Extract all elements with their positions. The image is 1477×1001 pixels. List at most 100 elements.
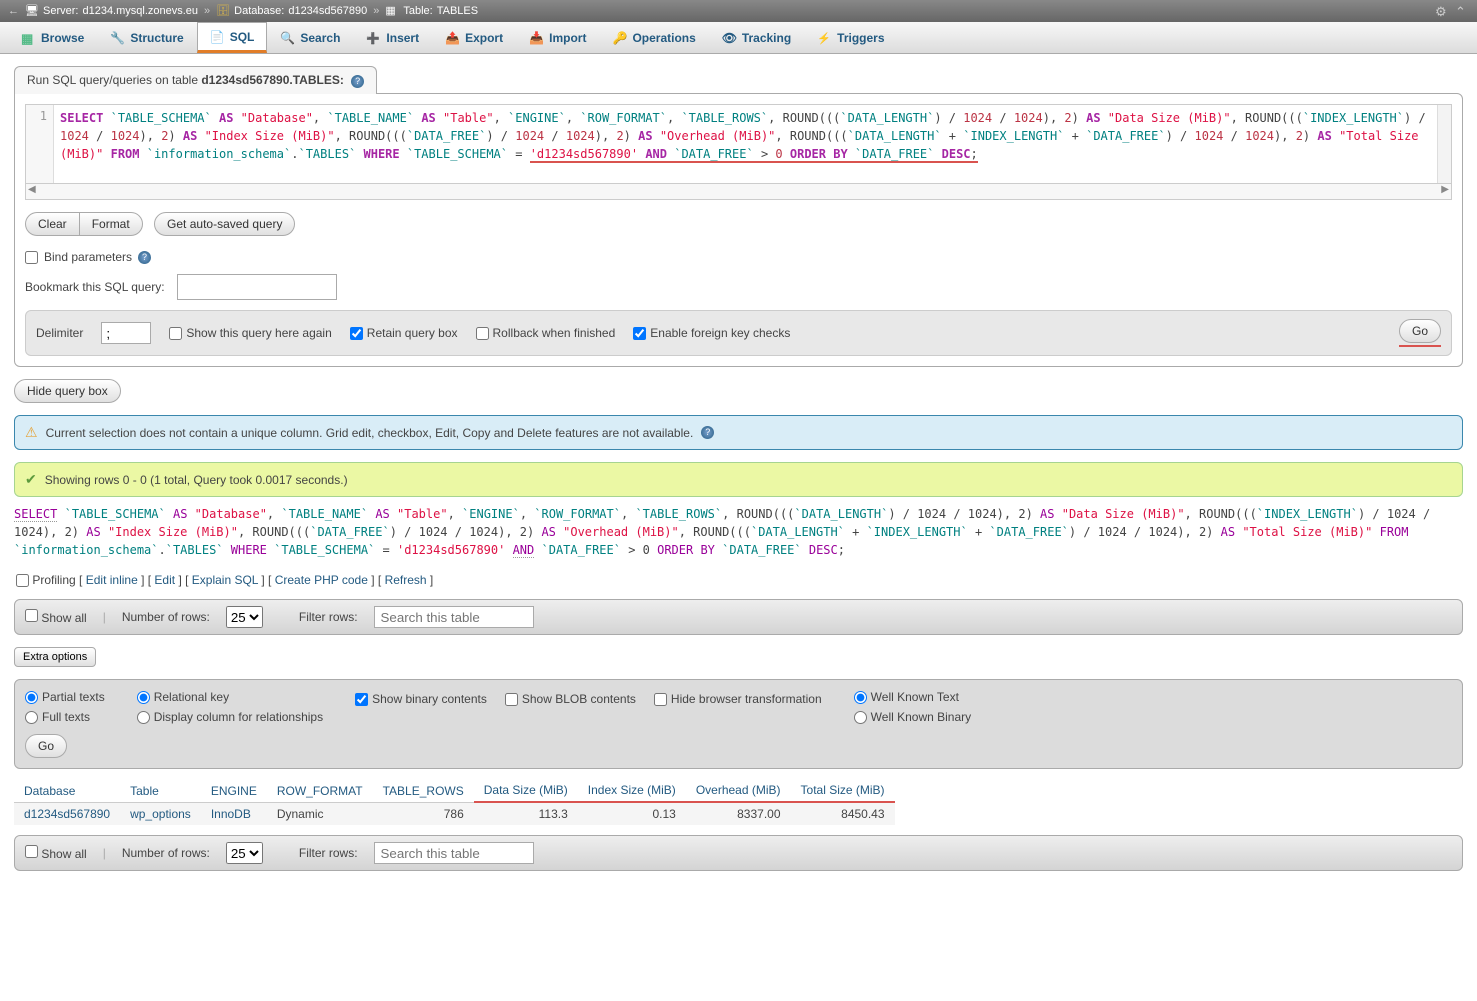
- tab-tracking[interactable]: Tracking: [709, 22, 804, 53]
- back-arrow-icon[interactable]: ←: [8, 5, 19, 17]
- crumb-database[interactable]: Database: d1234sd567890: [216, 4, 367, 18]
- query-fieldset: 1 SELECT `TABLE_SCHEMA` AS "Database", `…: [14, 93, 1463, 367]
- clear-button[interactable]: Clear: [25, 212, 79, 236]
- cell-index-size: 0.13: [578, 802, 686, 825]
- tab-sql[interactable]: SQL: [197, 22, 268, 53]
- create-php-link[interactable]: Create PHP code: [275, 573, 368, 587]
- relational-key-radio[interactable]: [137, 691, 150, 704]
- format-button[interactable]: Format: [79, 212, 143, 236]
- help-icon[interactable]: ?: [138, 251, 151, 264]
- warning-icon: ⚠: [25, 424, 38, 441]
- tab-insert[interactable]: Insert: [353, 22, 432, 53]
- cell-database[interactable]: d1234sd567890: [14, 802, 120, 825]
- tab-triggers[interactable]: Triggers: [804, 22, 897, 53]
- editor-hscroll[interactable]: [25, 184, 1452, 200]
- cell-table[interactable]: wp_options: [120, 802, 201, 825]
- tab-structure[interactable]: Structure: [97, 22, 196, 53]
- show-binary-checkbox[interactable]: [355, 693, 368, 706]
- th-table[interactable]: Table: [120, 779, 201, 802]
- breadcrumb: ← Server: d1234.mysql.zonevs.eu » Databa…: [0, 0, 1477, 22]
- query-options-row: Delimiter Show this query here again Ret…: [25, 310, 1452, 356]
- structure-icon: [110, 31, 124, 45]
- delimiter-label: Delimiter: [36, 326, 83, 340]
- sql-editor[interactable]: 1 SELECT `TABLE_SCHEMA` AS "Database", `…: [25, 104, 1452, 184]
- edit-inline-link[interactable]: Edit inline: [86, 573, 138, 587]
- th-engine[interactable]: ENGINE: [201, 779, 267, 802]
- operations-icon: [612, 31, 626, 45]
- crumb-server[interactable]: Server: d1234.mysql.zonevs.eu: [25, 4, 198, 18]
- th-index-size[interactable]: Index Size (MiB): [578, 779, 686, 802]
- display-col-radio[interactable]: [137, 711, 150, 724]
- options-go-button[interactable]: Go: [25, 734, 67, 758]
- show-all-checkbox[interactable]: [25, 609, 38, 622]
- th-table-rows[interactable]: TABLE_ROWS: [373, 779, 474, 802]
- filter-input[interactable]: [374, 606, 534, 628]
- th-overhead[interactable]: Overhead (MiB): [686, 779, 791, 802]
- filter-input[interactable]: [374, 842, 534, 864]
- num-rows-select[interactable]: 25: [226, 606, 263, 628]
- tab-export[interactable]: Export: [432, 22, 516, 53]
- wkb-label: Well Known Binary: [871, 710, 972, 724]
- tab-browse[interactable]: Browse: [8, 22, 97, 53]
- breadcrumb-sep: »: [204, 5, 210, 17]
- fk-checks-label: Enable foreign key checks: [650, 326, 790, 340]
- insert-icon: [366, 31, 380, 45]
- server-icon: [25, 4, 39, 18]
- tab-browse-label: Browse: [41, 31, 84, 45]
- help-icon[interactable]: ?: [701, 426, 714, 439]
- th-data-size[interactable]: Data Size (MiB): [474, 779, 578, 802]
- hide-query-box-button[interactable]: Hide query box: [14, 379, 121, 403]
- query-header-prefix: Run SQL query/queries on table: [27, 73, 201, 87]
- retain-checkbox[interactable]: [350, 327, 363, 340]
- wkt-radio[interactable]: [854, 691, 867, 704]
- edit-link[interactable]: Edit: [154, 573, 175, 587]
- autosaved-button[interactable]: Get auto-saved query: [154, 212, 295, 236]
- gear-icon[interactable]: [1435, 4, 1449, 18]
- profiling-label: Profiling: [32, 573, 75, 587]
- fk-checks-checkbox[interactable]: [633, 327, 646, 340]
- bind-params-checkbox[interactable]: [25, 251, 38, 264]
- wkb-radio[interactable]: [854, 711, 867, 724]
- tab-operations-label: Operations: [632, 31, 695, 45]
- tab-tracking-label: Tracking: [742, 31, 791, 45]
- query-box-header: Run SQL query/queries on table d1234sd56…: [14, 66, 377, 94]
- th-total-size[interactable]: Total Size (MiB): [791, 779, 895, 802]
- explain-sql-link[interactable]: Explain SQL: [192, 573, 258, 587]
- rollback-checkbox[interactable]: [476, 327, 489, 340]
- go-button[interactable]: Go: [1399, 319, 1441, 343]
- crumb-table[interactable]: Table: TABLES: [385, 4, 478, 18]
- hide-transform-checkbox[interactable]: [654, 693, 667, 706]
- profiling-checkbox[interactable]: [16, 574, 29, 587]
- bookmark-input[interactable]: [177, 274, 337, 300]
- db-icon: [216, 4, 230, 18]
- show-blob-checkbox[interactable]: [505, 693, 518, 706]
- server-label: Server:: [43, 5, 78, 17]
- relational-key-label: Relational key: [154, 690, 229, 704]
- tracking-icon: [722, 31, 736, 45]
- help-icon[interactable]: ?: [351, 75, 364, 88]
- nav-row-bottom: Show all | Number of rows: 25 Filter row…: [14, 835, 1463, 871]
- delimiter-input[interactable]: [101, 322, 151, 344]
- partial-texts-label: Partial texts: [42, 690, 105, 704]
- collapse-icon[interactable]: [1455, 4, 1469, 18]
- server-value: d1234.mysql.zonevs.eu: [82, 5, 198, 17]
- editor-code[interactable]: SELECT `TABLE_SCHEMA` AS "Database", `TA…: [54, 105, 1451, 183]
- extra-options-button[interactable]: Extra options: [14, 647, 96, 667]
- tab-operations[interactable]: Operations: [599, 22, 708, 53]
- show-all-checkbox[interactable]: [25, 845, 38, 858]
- tab-search[interactable]: Search: [267, 22, 353, 53]
- partial-texts-radio[interactable]: [25, 691, 38, 704]
- editor-vscroll[interactable]: [1437, 105, 1451, 183]
- sql-icon: [210, 30, 224, 44]
- refresh-link[interactable]: Refresh: [385, 573, 427, 587]
- th-row-format[interactable]: ROW_FORMAT: [267, 779, 373, 802]
- full-texts-radio[interactable]: [25, 711, 38, 724]
- tab-import[interactable]: Import: [516, 22, 599, 53]
- breadcrumb-sep: »: [373, 5, 379, 17]
- show-again-checkbox[interactable]: [169, 327, 182, 340]
- num-rows-select[interactable]: 25: [226, 842, 263, 864]
- cell-engine[interactable]: InnoDB: [201, 802, 267, 825]
- th-database[interactable]: Database: [14, 779, 120, 802]
- import-icon: [529, 31, 543, 45]
- editor-gutter: 1: [26, 105, 54, 183]
